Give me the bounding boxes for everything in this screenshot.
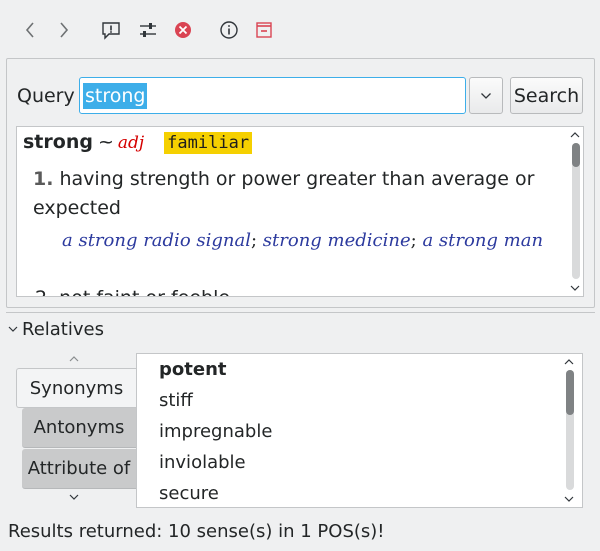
list-item[interactable]: inviolable — [159, 451, 246, 475]
example-separator: ; — [250, 230, 258, 251]
list-item[interactable]: potent — [159, 358, 226, 382]
search-button[interactable]: Search — [510, 77, 583, 114]
settings-icon[interactable] — [134, 16, 162, 44]
list-item[interactable]: impregnable — [159, 420, 272, 444]
tilde-separator: ~ — [97, 131, 114, 153]
headword: strong — [23, 131, 93, 153]
tabs-scroll-down-icon[interactable] — [66, 491, 82, 503]
clear-icon[interactable] — [169, 16, 197, 44]
next-sense-partial: 2. not faint or feeble — [35, 287, 230, 296]
tabs-scroll-up-icon[interactable] — [66, 353, 82, 365]
list-item[interactable]: secure — [159, 482, 219, 506]
forward-icon[interactable] — [50, 16, 78, 44]
relatives-title: Relatives — [22, 318, 104, 340]
query-label: Query — [17, 85, 75, 107]
minimize-window-icon[interactable] — [250, 16, 278, 44]
query-value: strong — [83, 82, 148, 109]
example: strong medicine — [262, 230, 411, 251]
sense-number: 1. — [33, 168, 54, 190]
toolbar — [0, 0, 600, 60]
result-display[interactable]: strong ~ adj familiar 1. having strength… — [16, 126, 584, 297]
scroll-up-icon[interactable] — [562, 356, 576, 368]
query-input[interactable]: strong — [79, 77, 466, 114]
scrollbar-thumb[interactable] — [572, 143, 580, 167]
history-dropdown-button[interactable] — [469, 77, 503, 114]
definition-text: having strength or power greater than av… — [33, 168, 535, 219]
register-badge: familiar — [164, 132, 253, 154]
relatives-header[interactable]: Relatives — [8, 317, 104, 341]
example: a strong man — [422, 230, 544, 251]
entry-header: strong ~ adj familiar — [23, 131, 563, 161]
tab-synonyms[interactable]: Synonyms — [16, 368, 136, 408]
scroll-down-icon[interactable] — [562, 493, 576, 505]
definition: 1. having strength or power greater than… — [23, 165, 563, 223]
chevron-down-icon — [8, 326, 18, 332]
scrollbar-thumb[interactable] — [566, 370, 574, 415]
tab-attribute-of[interactable]: Attribute of — [22, 449, 136, 489]
chevron-down-icon — [481, 92, 491, 99]
result-scrollbar[interactable] — [568, 127, 582, 296]
part-of-speech: adj — [117, 133, 145, 153]
status-bar: Results returned: 10 sense(s) in 1 POS(s… — [8, 521, 385, 542]
back-icon[interactable] — [16, 16, 44, 44]
list-scrollbar[interactable] — [562, 354, 576, 507]
result-content: strong ~ adj familiar 1. having strength… — [23, 131, 563, 254]
examples: a strong radio signal; strong medicine; … — [23, 228, 563, 254]
example: a strong radio signal — [62, 230, 251, 251]
scroll-up-icon[interactable] — [568, 129, 582, 141]
relatives-list[interactable]: potent stiff impregnable inviolable secu… — [136, 353, 583, 508]
list-item[interactable]: stiff — [159, 389, 193, 413]
report-icon[interactable] — [97, 16, 125, 44]
scroll-down-icon[interactable] — [568, 282, 582, 294]
info-icon[interactable] — [215, 16, 243, 44]
example-separator: ; — [410, 230, 417, 251]
tab-antonyms[interactable]: Antonyms — [22, 408, 136, 448]
